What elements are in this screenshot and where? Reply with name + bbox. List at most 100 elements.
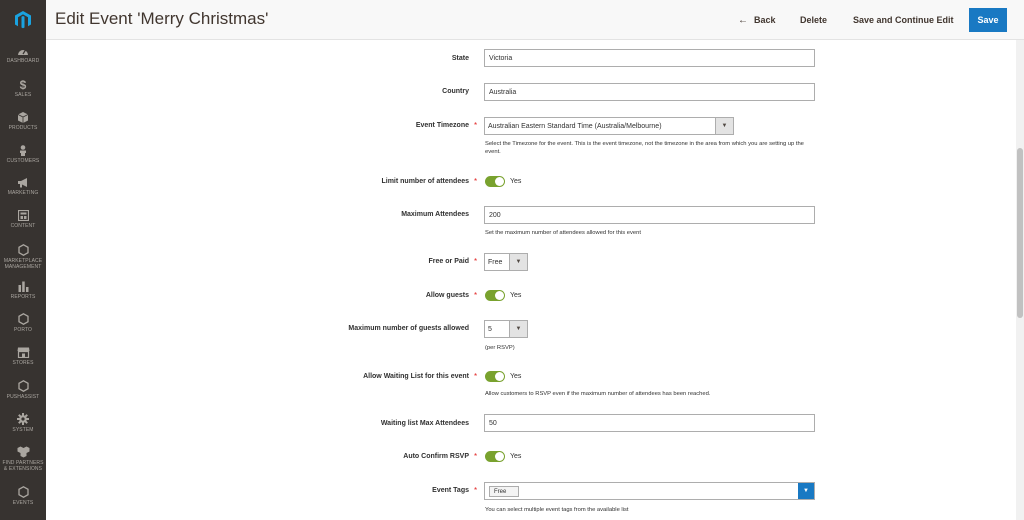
nav-stores[interactable]: STORES [0,347,46,366]
save-and-continue-button[interactable]: Save and Continue Edit [853,8,954,32]
nav-label: PUSHASSIST [6,394,40,400]
country-label: Country [442,88,469,95]
auto-confirm-toggle[interactable]: Yes [485,451,521,462]
timezone-value: Australian Eastern Standard Time (Austra… [488,122,662,130]
magento-logo[interactable] [0,0,46,40]
scrollbar-thumb[interactable] [1017,148,1023,318]
max-guests-label: Maximum number of guests allowed [348,325,469,332]
nav-label: REPORTS [10,294,36,300]
dashboard-icon [18,49,28,55]
nav-marketplace[interactable]: MARKETPLACE MANAGEMENT [0,244,46,270]
required-star: * [474,121,478,130]
nav-label: DASHBOARD [6,58,40,64]
waiting-max-input[interactable]: 50 [484,414,815,432]
nav-label: MARKETING [7,190,39,196]
event-tags-multiselect[interactable]: Free ▼ [484,482,815,500]
event-tags-note: You can select multiple event tags from … [485,507,629,513]
free-paid-label: Free or Paid [428,258,469,265]
hexagon-icon [17,313,29,325]
back-button[interactable]: ← Back [738,8,776,32]
nav-label: PORTO [13,327,33,333]
waiting-max-label: Waiting list Max Attendees [380,420,469,427]
nav-porto[interactable]: PORTO [0,313,46,333]
required-star: * [474,257,478,266]
country-input[interactable]: Australia [484,83,815,101]
state-input[interactable]: Victoria [484,49,815,67]
nav-pushassist[interactable]: PUSHASSIST [0,380,46,400]
waiting-list-toggle[interactable]: Yes [485,371,521,382]
toggle-switch[interactable] [485,451,505,462]
save-button[interactable]: Save [969,8,1007,32]
boxes-icon [17,446,29,458]
nav-events[interactable]: EVENTS [0,486,46,506]
toggle-knob [495,452,504,461]
bar-chart-icon [18,281,28,292]
toggle-switch[interactable] [485,371,505,382]
nav-dashboard[interactable]: DASHBOARD [0,46,46,64]
max-guests-value: 5 [488,325,492,333]
required-star: * [474,486,478,495]
nav-find-partners[interactable]: FIND PARTNERS & EXTENSIONS [0,446,46,472]
max-attendees-input[interactable]: 200 [484,206,815,224]
toggle-knob [495,177,504,186]
page-title: Edit Event 'Merry Christmas' [55,9,269,28]
toggle-switch[interactable] [485,176,505,187]
event-tags-label: Event Tags [432,487,469,494]
waiting-list-note: Allow customers to RSVP even if the maxi… [485,391,711,397]
nav-products[interactable]: PRODUCTS [0,112,46,131]
required-star: * [474,291,478,300]
megaphone-icon [17,178,27,188]
hexagon-icon [17,244,29,256]
timezone-select[interactable]: Australian Eastern Standard Time (Austra… [484,117,734,135]
max-guests-select[interactable]: 5 ▼ [484,320,528,338]
nav-reports[interactable]: REPORTS [0,281,46,300]
nav-label: CUSTOMERS [6,158,40,164]
max-attendees-label: Maximum Attendees [401,211,469,218]
timezone-label: Event Timezone [415,122,469,129]
nav-system[interactable]: SYSTEM [0,413,46,433]
nav-sales[interactable]: $ SALES [0,79,46,98]
allow-guests-toggle[interactable]: Yes [485,290,521,301]
required-star: * [474,177,478,186]
state-label: State [451,55,469,62]
free-paid-select[interactable]: Free ▼ [484,253,528,271]
nav-marketing[interactable]: MARKETING [0,178,46,196]
toggle-state-text: Yes [510,373,522,380]
nav-label: CONTENT [10,223,36,229]
nav-label: EVENTS [12,500,34,506]
nav-label: SALES [14,92,32,98]
required-star: * [474,452,478,461]
delete-button[interactable]: Delete [800,8,827,32]
required-star: * [474,372,478,381]
toggle-state-text: Yes [510,292,522,299]
chevron-down-icon[interactable]: ▼ [798,483,814,499]
free-paid-value: Free [488,258,503,266]
chevron-down-icon: ▼ [715,118,733,134]
chevron-down-icon: ▼ [509,254,527,270]
hexagon-icon [17,486,29,498]
tag-chip[interactable]: Free [489,486,519,497]
nav-content[interactable]: CONTENT [0,210,46,229]
toggle-state-text: Yes [510,453,522,460]
waiting-list-label: Allow Waiting List for this event [363,373,469,380]
nav-label: STORES [12,360,34,366]
nav-label: SYSTEM [12,427,34,433]
auto-confirm-label: Auto Confirm RSVP [403,453,469,460]
page-header: Edit Event 'Merry Christmas' ← Back Dele… [46,0,1024,40]
page-scrollbar[interactable] [1016,40,1024,520]
gear-icon [17,413,29,425]
allow-guests-label: Allow guests [425,292,469,299]
store-icon [17,347,29,358]
back-label: Back [754,15,776,25]
toggle-knob [495,372,504,381]
limit-attendees-toggle[interactable]: Yes [485,176,521,187]
dollar-icon: $ [20,79,27,90]
nav-label: PRODUCTS [8,125,38,131]
toggle-switch[interactable] [485,290,505,301]
max-guests-note: (per RSVP) [485,345,515,351]
toggle-knob [495,291,504,300]
chevron-down-icon: ▼ [509,321,527,337]
nav-customers[interactable]: CUSTOMERS [0,145,46,164]
hexagon-icon [17,380,29,392]
admin-sidebar: DASHBOARD $ SALES PRODUCTS CUSTOMERS MAR… [0,0,46,520]
